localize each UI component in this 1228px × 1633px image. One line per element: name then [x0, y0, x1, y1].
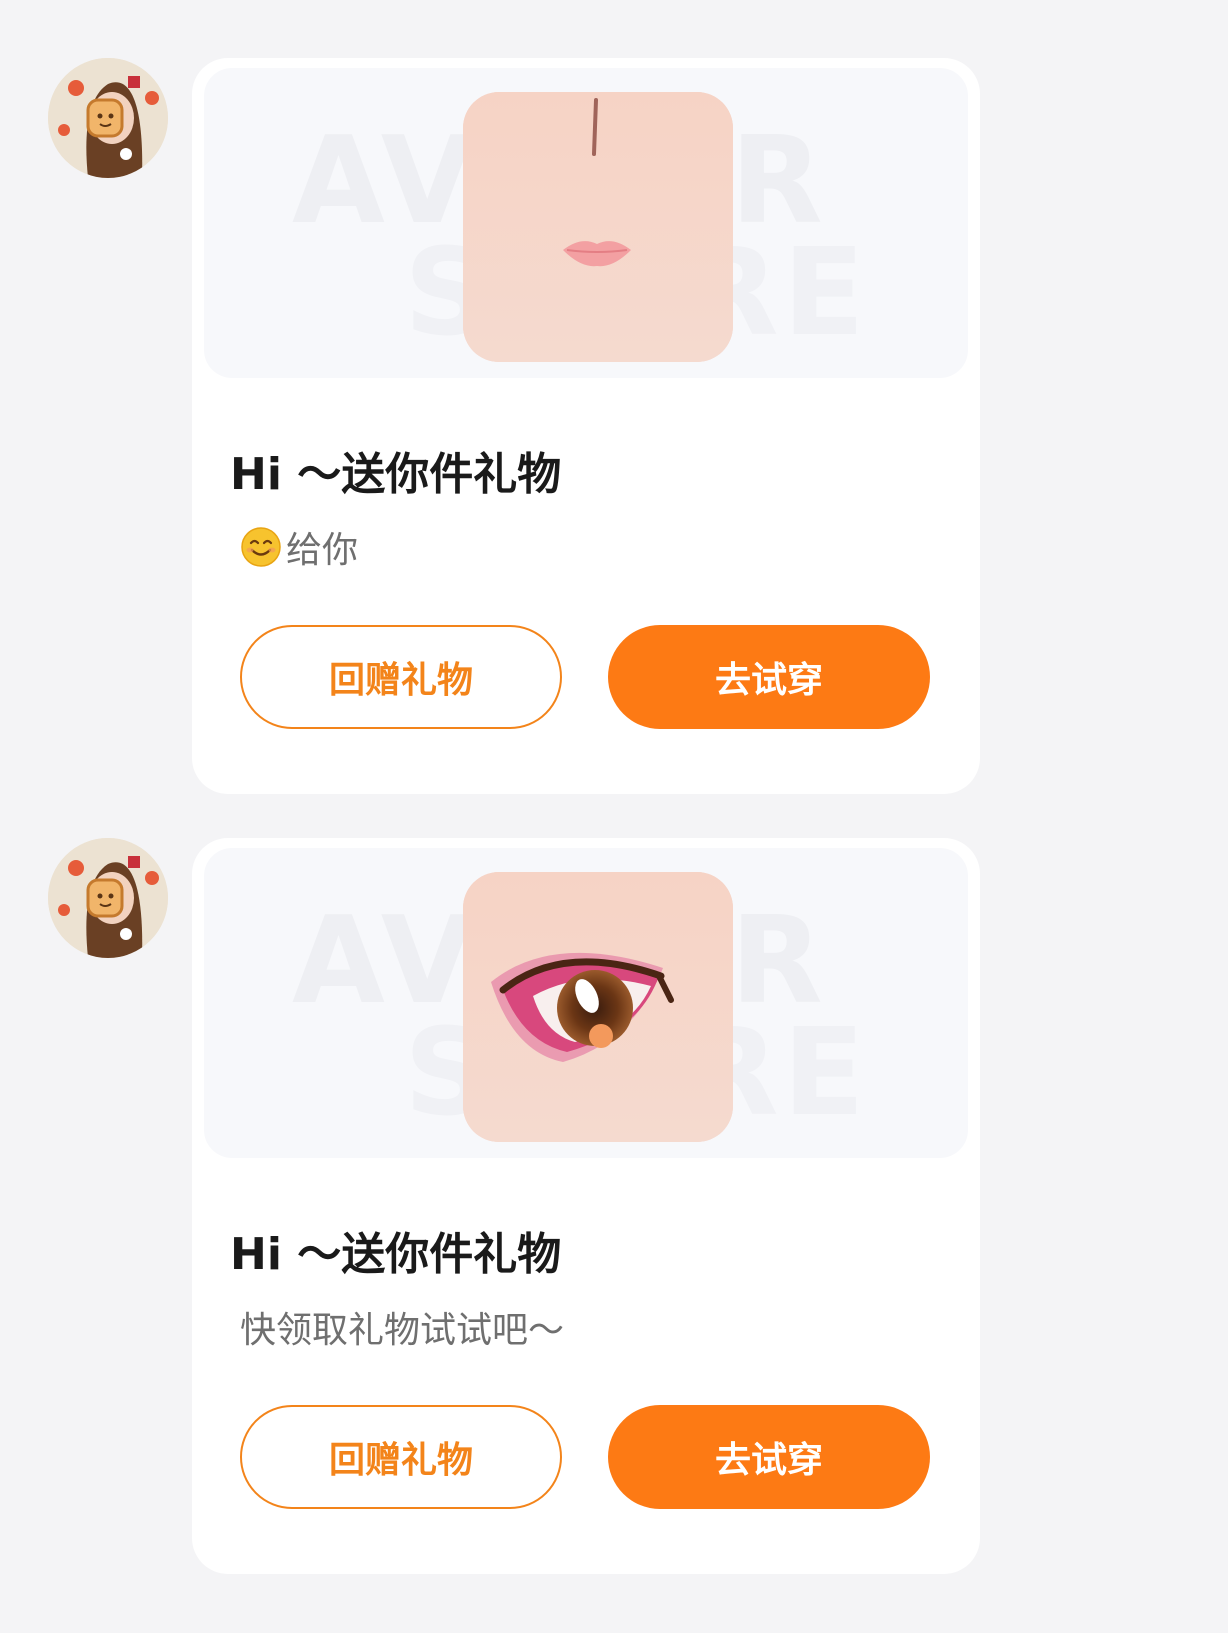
- gift-card: AVATAR STORE: [192, 838, 980, 1574]
- gift-message-title: Hi ～送你件礼物: [230, 1229, 562, 1280]
- gift-card: AVATAR STORE Hi ～送你件礼物: [192, 58, 980, 794]
- avatar[interactable]: [48, 838, 168, 958]
- gift-message-title: Hi ～送你件礼物: [230, 449, 562, 500]
- return-gift-button[interactable]: 回赠礼物: [240, 625, 562, 729]
- avatar-image: [48, 838, 168, 958]
- return-gift-button[interactable]: 回赠礼物: [240, 1405, 562, 1509]
- gift-message: AVATAR STORE Hi ～送你件礼物: [0, 58, 1228, 798]
- avatar[interactable]: [48, 58, 168, 178]
- gift-message-note: 给你: [240, 521, 358, 573]
- smiling-face-emoji-icon: [241, 527, 281, 567]
- face-nose-lips-icon: [463, 92, 733, 362]
- avatar-image: [48, 58, 168, 178]
- gift-message: AVATAR STORE: [0, 838, 1228, 1578]
- gift-preview[interactable]: AVATAR STORE: [204, 68, 968, 378]
- eye-icon: [463, 872, 733, 1142]
- gift-message-note-text: 给你: [286, 530, 359, 571]
- gift-preview[interactable]: AVATAR STORE: [204, 848, 968, 1158]
- gift-message-note-text: 快领取礼物试试吧～: [240, 1310, 565, 1351]
- gift-message-note: 快领取礼物试试吧～: [240, 1301, 564, 1353]
- try-on-button[interactable]: 去试穿: [608, 625, 930, 729]
- try-on-button[interactable]: 去试穿: [608, 1405, 930, 1509]
